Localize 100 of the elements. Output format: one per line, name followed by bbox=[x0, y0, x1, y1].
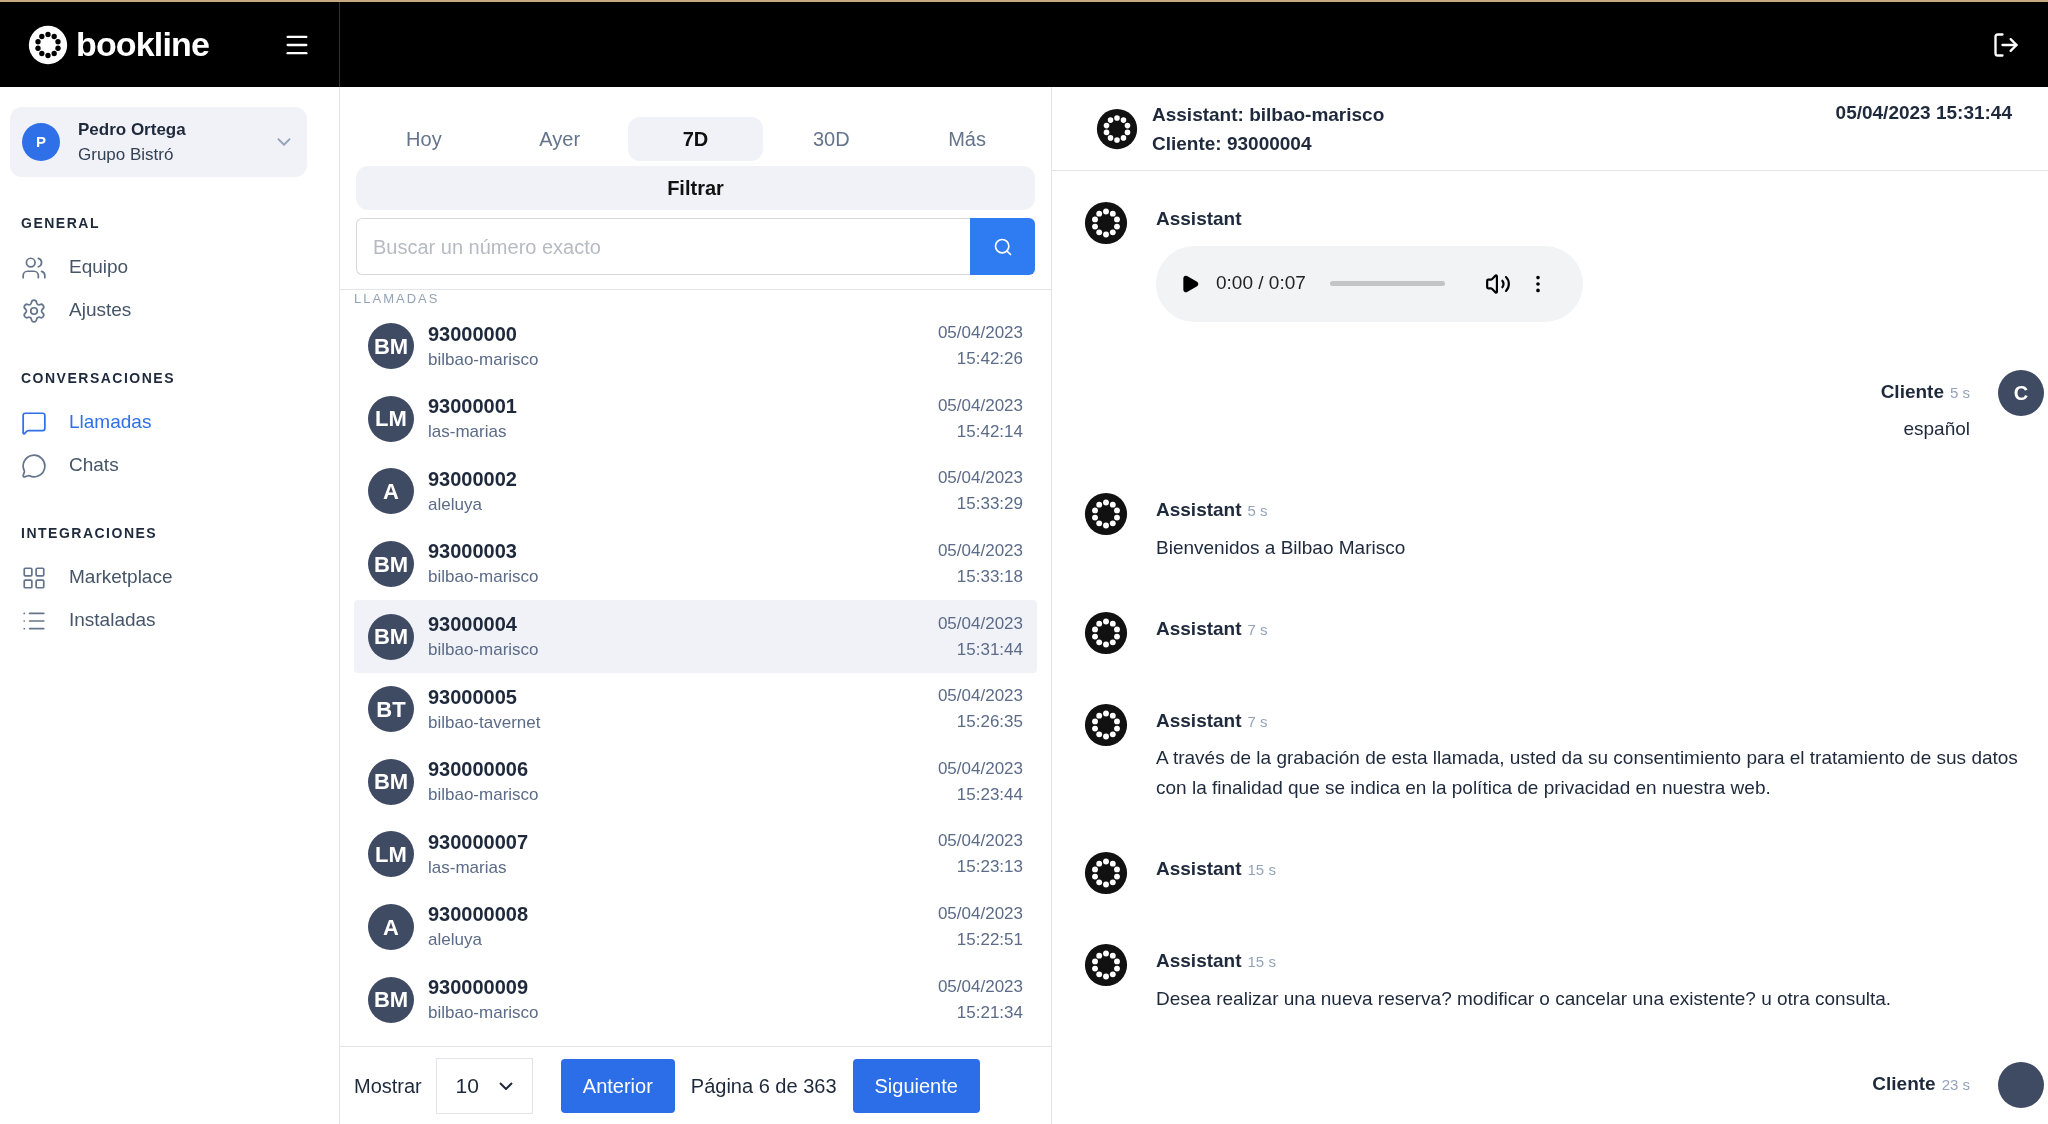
elapsed-time: 15 s bbox=[1247, 860, 1276, 880]
assistant-avatar bbox=[1084, 492, 1128, 536]
call-number: 93000003 bbox=[428, 539, 518, 565]
call-row[interactable]: A 93000002 aleluya 05/04/2023 15:33:29 bbox=[354, 455, 1037, 528]
period-tab[interactable]: Ayer bbox=[491, 117, 628, 161]
call-date: 05/04/2023 bbox=[937, 757, 1023, 780]
assistant-avatar bbox=[1084, 851, 1128, 895]
call-number: 93000002 bbox=[428, 466, 517, 492]
assistant-avatar bbox=[1096, 107, 1138, 150]
sender-name: Assistant bbox=[1156, 616, 1242, 641]
assistant-avatar bbox=[1084, 201, 1128, 245]
call-row[interactable]: LM 93000001 las-marias 05/04/2023 15:42:14 bbox=[354, 382, 1037, 456]
elapsed-time: 7 s bbox=[1247, 619, 1268, 640]
assistant-avatar bbox=[1084, 610, 1128, 655]
call-row[interactable]: A 930000008 aleluya 05/04/2023 15:22:51 bbox=[354, 890, 1037, 964]
list-heading: LLAMADAS bbox=[354, 292, 441, 306]
call-row[interactable]: BT 93000005 bilbao-tavernet 05/04/2023 15:26:35 bbox=[354, 672, 1037, 746]
nav-item[interactable]: Ajustes bbox=[21, 289, 329, 332]
call-time: 15:23:44 bbox=[956, 783, 1023, 806]
page-indicator: Página 6 de 363 bbox=[690, 1073, 837, 1099]
call-date: 05/04/2023 bbox=[937, 685, 1023, 708]
assistant-avatar bbox=[1084, 943, 1128, 987]
assistant-name: las-marias bbox=[428, 856, 508, 879]
search-icon bbox=[992, 236, 1013, 257]
sender-name: Assistant bbox=[1156, 207, 1242, 231]
call-number: 93000005 bbox=[428, 684, 518, 710]
call-time: 15:31:44 bbox=[956, 638, 1023, 661]
period-tab[interactable]: 7D bbox=[627, 117, 764, 161]
settings-icon bbox=[21, 297, 47, 324]
avatar: C bbox=[1998, 369, 2044, 416]
client-line: Cliente: 93000004 bbox=[1152, 131, 1313, 156]
nav-item[interactable]: Llamadas bbox=[21, 401, 329, 444]
nav-item[interactable]: Marketplace bbox=[21, 556, 329, 599]
profile-org: Grupo Bistró bbox=[78, 144, 175, 166]
logo-text: bookline bbox=[76, 24, 209, 65]
users-icon bbox=[21, 254, 47, 281]
call-number: 930000009 bbox=[428, 974, 530, 1000]
audio-player[interactable]: 0:00 / 0:07 bbox=[1156, 245, 1583, 322]
nav-item[interactable]: Instaladas bbox=[21, 599, 329, 642]
call-row[interactable]: LM 930000007 las-marias 05/04/2023 15:23:13 bbox=[354, 818, 1037, 891]
elapsed-time: 5 s bbox=[1247, 501, 1268, 521]
call-date: 05/04/2023 bbox=[937, 467, 1023, 490]
call-datetime: 05/04/2023 15:31:44 bbox=[1835, 101, 2012, 125]
call-date: 05/04/2023 bbox=[937, 830, 1023, 853]
previous-button[interactable]: Anterior bbox=[560, 1058, 675, 1113]
avatar: A bbox=[368, 904, 414, 951]
call-number: 93000004 bbox=[428, 611, 518, 637]
period-tab[interactable]: Hoy bbox=[356, 117, 492, 161]
audio-track[interactable] bbox=[1329, 281, 1445, 286]
assistant-name: bilbao-tavernet bbox=[428, 711, 541, 734]
assistant-name: bilbao-marisco bbox=[428, 638, 539, 661]
elapsed-time: 5 s bbox=[1950, 382, 1970, 403]
section-heading: CONVERSACIONES bbox=[21, 369, 177, 388]
call-number: 93000001 bbox=[428, 394, 517, 420]
search-button[interactable] bbox=[970, 218, 1035, 275]
call-time: 15:21:34 bbox=[956, 1001, 1023, 1024]
grid-icon bbox=[21, 564, 47, 591]
call-date: 05/04/2023 bbox=[937, 540, 1023, 563]
profile-avatar: P bbox=[22, 123, 60, 161]
message-text: español bbox=[1903, 417, 1970, 441]
assistant-line: Assistant: bilbao-marisco bbox=[1152, 102, 1385, 127]
nav-item[interactable]: Equipo bbox=[21, 246, 329, 289]
next-button[interactable]: Siguiente bbox=[852, 1058, 980, 1113]
avatar: BM bbox=[368, 758, 414, 805]
logout-button[interactable] bbox=[1992, 30, 2020, 59]
call-date: 05/04/2023 bbox=[937, 394, 1023, 417]
chevron-icon bbox=[498, 1081, 513, 1090]
section-heading: INTEGRACIONES bbox=[21, 524, 159, 543]
call-number: 930000006 bbox=[428, 757, 530, 783]
assistant-name: bilbao-marisco bbox=[428, 348, 539, 371]
avatar: A bbox=[368, 468, 414, 515]
avatar: LM bbox=[368, 395, 414, 442]
nav-item[interactable]: Chats bbox=[21, 444, 329, 487]
page-size-select[interactable]: 10 bbox=[435, 1057, 533, 1114]
profile-name: Pedro Ortega bbox=[78, 118, 186, 141]
sender-name: Cliente bbox=[1880, 379, 1944, 404]
sender-name: Cliente bbox=[1872, 1071, 1936, 1096]
period-tab[interactable]: Más bbox=[899, 117, 1035, 161]
call-number: 930000008 bbox=[428, 902, 529, 928]
period-tab[interactable]: 30D bbox=[763, 117, 900, 161]
play-icon[interactable] bbox=[1180, 273, 1200, 294]
elapsed-time: 15 s bbox=[1247, 952, 1276, 972]
call-time: 15:42:26 bbox=[956, 348, 1023, 371]
assistant-name: bilbao-marisco bbox=[428, 784, 539, 807]
assistant-name: las-marias bbox=[428, 421, 508, 444]
filter-button[interactable]: Filtrar bbox=[356, 166, 1035, 210]
call-time: 15:22:51 bbox=[956, 929, 1023, 952]
profile-card[interactable]: P Pedro Ortega Grupo Bistró bbox=[10, 107, 307, 177]
call-date: 05/04/2023 bbox=[937, 322, 1023, 345]
call-time: 15:33:29 bbox=[956, 493, 1023, 516]
avatar: LM bbox=[368, 831, 414, 878]
call-date: 05/04/2023 bbox=[937, 975, 1023, 998]
assistant-name: aleluya bbox=[428, 929, 483, 952]
assistant-name: aleluya bbox=[428, 493, 483, 516]
search-field[interactable]: Buscar un número exacto bbox=[356, 218, 970, 275]
avatar: BM bbox=[368, 541, 414, 588]
call-time: 15:23:13 bbox=[956, 856, 1023, 879]
call-date: 05/04/2023 bbox=[937, 903, 1023, 926]
section-heading: GENERAL bbox=[21, 214, 101, 233]
assistant-name: bilbao-marisco bbox=[428, 1001, 539, 1024]
